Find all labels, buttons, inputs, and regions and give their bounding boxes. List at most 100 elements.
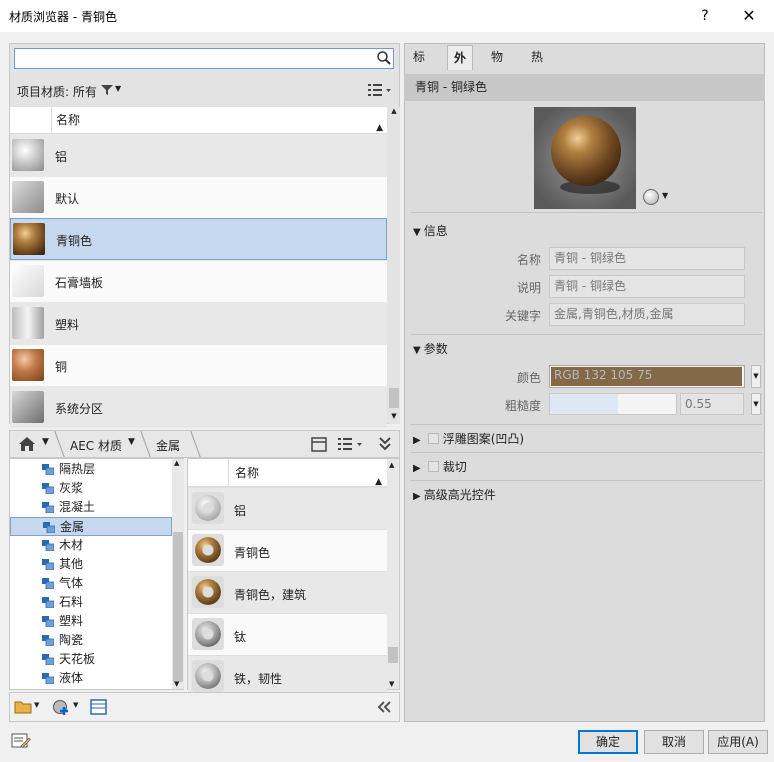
close-button[interactable]: ✕: [727, 0, 771, 32]
library-tree-node[interactable]: 天花板: [10, 650, 172, 669]
material-row[interactable]: 青铜色: [10, 218, 387, 260]
library-tree-node[interactable]: 木材: [10, 536, 172, 555]
highlight-section-header[interactable]: ▶ 高级高光控件: [413, 486, 496, 503]
roughness-caret-icon[interactable]: ▼: [751, 393, 761, 415]
tab-3[interactable]: 热度: [525, 45, 549, 89]
library-material-row[interactable]: 铝: [188, 487, 387, 529]
edit-note-icon[interactable]: [11, 732, 31, 750]
breadcrumb-aec-materials[interactable]: AEC 材质: [70, 437, 122, 454]
roughness-value[interactable]: 0.55: [680, 393, 744, 415]
library-view-options-icon[interactable]: [338, 437, 364, 451]
expand-right-icon: ▶: [413, 491, 421, 502]
expand-down-icon: ▼: [413, 227, 421, 238]
breadcrumb-metal[interactable]: 金属: [156, 437, 180, 454]
ok-button[interactable]: 确定: [578, 730, 638, 754]
scrollbar-thumb[interactable]: [173, 532, 183, 682]
library-caret-icon[interactable]: ▼: [34, 701, 39, 709]
search-input[interactable]: [14, 48, 394, 69]
open-library-icon[interactable]: [14, 700, 32, 714]
scroll-up-icon[interactable]: ▲: [174, 459, 179, 467]
scrollbar-thumb[interactable]: [389, 388, 399, 408]
tab-1[interactable]: 外观: [447, 45, 474, 90]
scroll-up-icon[interactable]: ▲: [389, 461, 394, 469]
preview-shape-icon[interactable]: [643, 189, 659, 205]
library-tree-node[interactable]: 金属: [10, 517, 172, 536]
library-tree-label: 陶瓷: [59, 633, 84, 647]
library-tree-node[interactable]: 隔热层: [10, 460, 172, 479]
cancel-button[interactable]: 取消: [644, 730, 704, 754]
library-tree-node[interactable]: 灰浆: [10, 479, 172, 498]
apply-button[interactable]: 应用(A): [708, 730, 768, 754]
material-row[interactable]: 石膏墙板: [10, 260, 387, 302]
params-section-header[interactable]: ▼ 参数: [413, 340, 448, 357]
material-row[interactable]: 铜: [10, 344, 387, 386]
material-row[interactable]: 默认: [10, 176, 387, 218]
scroll-down-icon[interactable]: ▼: [389, 680, 394, 688]
material-name: 默认: [55, 192, 80, 206]
material-name: 系统分区: [55, 402, 104, 416]
scroll-down-icon[interactable]: ▼: [389, 412, 399, 422]
tab-2[interactable]: 物理: [485, 45, 509, 89]
cutout-checkbox[interactable]: [427, 461, 439, 472]
collapse-left-icon[interactable]: [376, 701, 392, 713]
scrollbar-thumb[interactable]: [388, 647, 398, 663]
library-list-header: 名称 ▲: [188, 459, 387, 487]
material-name: 石膏墙板: [55, 276, 104, 290]
breadcrumb-separator: [133, 431, 151, 457]
library-tree-node[interactable]: 塑料: [10, 612, 172, 631]
asset-browser-icon[interactable]: [90, 699, 108, 715]
folder-icon: [42, 654, 54, 665]
help-button[interactable]: ?: [683, 0, 727, 32]
material-row[interactable]: 系统分区: [10, 386, 387, 428]
name-label: 名称: [516, 253, 541, 267]
breadcrumb-caret-icon[interactable]: ▼: [128, 437, 135, 447]
scroll-up-icon[interactable]: ▲: [389, 107, 399, 117]
create-material-icon[interactable]: [52, 699, 70, 715]
library-tree-node[interactable]: 混凝土: [10, 498, 172, 517]
material-thumbnail: [13, 223, 45, 255]
library-material-row[interactable]: 青铜色: [188, 529, 387, 571]
library-tree-node[interactable]: 其他: [10, 555, 172, 574]
collapse-down-icon[interactable]: [378, 436, 392, 452]
expand-down-icon: ▼: [413, 345, 421, 356]
search-icon[interactable]: [376, 50, 392, 66]
library-material-row[interactable]: 钛: [188, 613, 387, 655]
name-field[interactable]: 青铜 - 铜绿色: [549, 247, 745, 270]
library-tree-label: 混凝土: [59, 500, 96, 514]
library-list-scrollbar[interactable]: ▲ ▼: [387, 459, 399, 689]
cutout-section-header[interactable]: ▶ 裁切: [413, 458, 467, 475]
library-material-row[interactable]: 青铜色，建筑: [188, 571, 387, 613]
folder-icon: [42, 597, 54, 608]
scroll-down-icon[interactable]: ▼: [174, 680, 179, 688]
library-tree-node[interactable]: 陶瓷: [10, 631, 172, 650]
keywords-field[interactable]: 金属,青铜色,材质,金属: [549, 303, 745, 326]
materials-scrollbar[interactable]: ▲ ▼: [388, 107, 400, 424]
filter-icon[interactable]: [101, 84, 113, 96]
library-name-label: 名称: [235, 466, 260, 480]
name-column-header[interactable]: 名称 ▲: [51, 107, 387, 134]
library-tree-node[interactable]: 液体: [10, 669, 172, 688]
library-tree-node[interactable]: 石料: [10, 593, 172, 612]
library-tree-node[interactable]: 气体: [10, 574, 172, 593]
tab-0[interactable]: 标识: [407, 45, 431, 89]
color-caret-icon[interactable]: ▼: [751, 365, 761, 388]
tree-scrollbar[interactable]: ▲ ▼: [172, 459, 184, 689]
library-material-row[interactable]: 铁，韧性: [188, 655, 387, 697]
home-icon[interactable]: [19, 437, 35, 451]
create-caret-icon[interactable]: ▼: [73, 701, 78, 709]
info-section-header[interactable]: ▼ 信息: [413, 222, 448, 239]
relief-section-header[interactable]: ▶ 浮雕图案(凹凸): [413, 430, 524, 447]
library-tree-label: 液体: [59, 671, 84, 685]
filter-caret-icon[interactable]: ▼: [115, 84, 121, 93]
home-caret-icon[interactable]: ▼: [42, 437, 49, 447]
material-row[interactable]: 铝: [10, 134, 387, 176]
view-options-icon[interactable]: [368, 83, 392, 97]
relief-checkbox[interactable]: [427, 433, 439, 444]
library-name-column[interactable]: 名称 ▲: [228, 459, 387, 487]
divider: [410, 334, 762, 335]
project-materials-filter-label[interactable]: 项目材质: 所有: [17, 83, 97, 100]
panel-toggle-icon[interactable]: [311, 437, 327, 452]
preview-caret-icon[interactable]: ▼: [662, 191, 668, 200]
description-field[interactable]: 青铜 - 铜绿色: [549, 275, 745, 298]
material-row[interactable]: 塑料: [10, 302, 387, 344]
